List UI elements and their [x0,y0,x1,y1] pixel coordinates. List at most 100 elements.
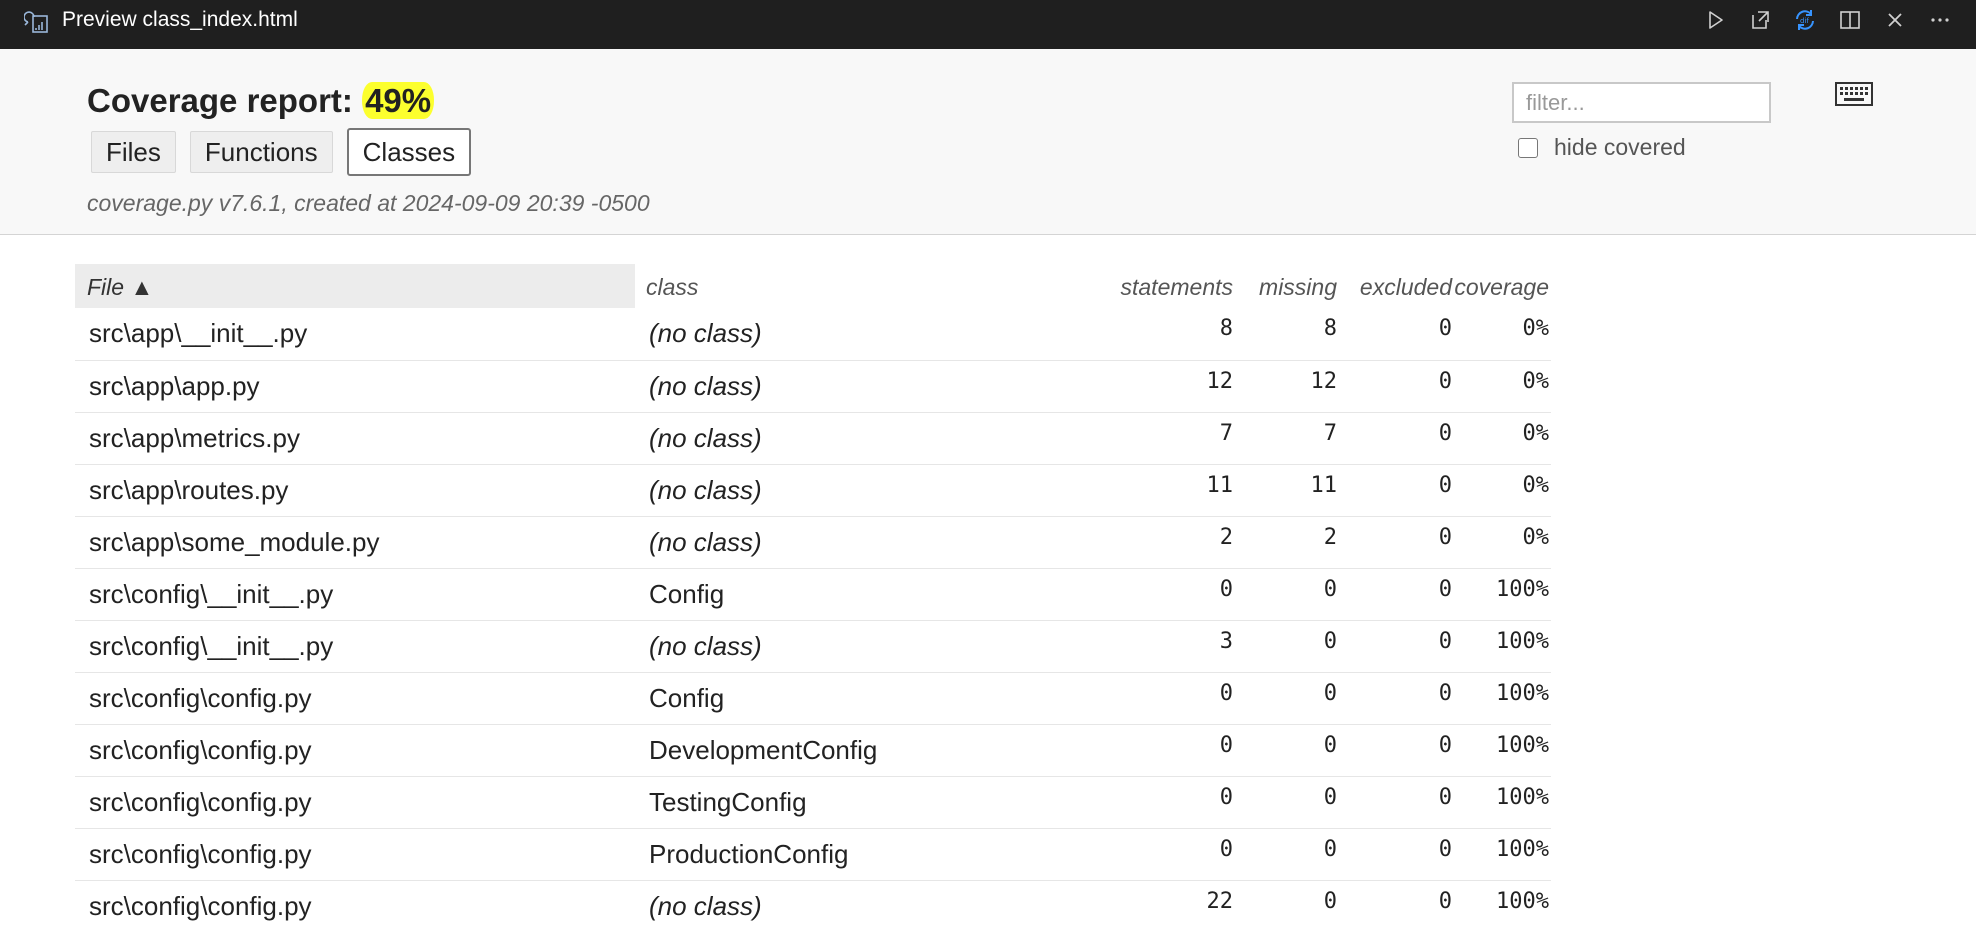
table-body: src\app\__init__.py (no class) 8 8 0 0% src\ap… [75,308,1551,932]
sort-excluded-header[interactable]: excluded [1360,264,1452,310]
class-link[interactable]: (no class) [649,527,762,558]
table-row: src\config\config.py ProductionConfig 0 0 0 1… [75,828,1551,880]
file-link[interactable]: src\config\config.py [89,891,312,922]
editor-actions: dif [1692,4,1962,36]
statements-cell: 8 [1219,316,1233,341]
missing-cell: 2 [1323,525,1337,550]
keyboard-icon[interactable] [1835,82,1873,106]
excluded-cell: 0 [1438,369,1452,394]
class-link[interactable]: (no class) [649,423,762,454]
file-link[interactable]: src\app\metrics.py [89,423,300,454]
sort-coverage-header[interactable]: coverage [1454,264,1549,310]
sort-missing-header[interactable]: missing [1259,264,1337,310]
sort-statements-header[interactable]: statements [1121,264,1234,310]
class-link[interactable]: (no class) [649,475,762,506]
class-link[interactable]: (no class) [649,318,762,349]
table-row: src\app\metrics.py (no class) 7 7 0 0% [75,412,1551,464]
split-editor-icon [1839,11,1860,29]
more-actions-button[interactable] [1917,4,1962,36]
class-link[interactable]: (no class) [649,371,762,402]
missing-cell: 0 [1323,837,1337,862]
file-link[interactable]: src\config\config.py [89,735,312,766]
tab-title[interactable]: Preview class_index.html [62,0,298,40]
sort-class-header[interactable]: class [646,264,698,310]
editor-title-bar: Preview class_index.html dif [0,0,1976,49]
run-button[interactable] [1692,4,1737,36]
coverage-cell: 0% [1522,473,1550,498]
class-link[interactable]: ProductionConfig [649,839,848,870]
class-link[interactable]: (no class) [649,891,762,922]
coverage-cell: 0% [1522,316,1550,341]
coverage-cell: 0% [1522,369,1550,394]
excluded-cell: 0 [1438,525,1452,550]
hide-covered-checkbox[interactable] [1518,137,1538,158]
title-prefix: Coverage report: [87,82,363,119]
sort-file-header[interactable]: File ▲ [75,264,635,308]
class-link[interactable]: TestingConfig [649,787,807,818]
coverage-cell: 0% [1522,525,1550,550]
table-row: src\config\config.py (no class) 22 0 0 100% [75,880,1551,932]
table-row: src\app\__init__.py (no class) 8 8 0 0% [75,308,1551,360]
missing-cell: 0 [1323,889,1337,914]
statements-cell: 11 [1206,473,1234,498]
file-link[interactable]: src\app\some_module.py [89,527,379,558]
table-row: src\app\routes.py (no class) 11 11 0 0% [75,464,1551,516]
missing-cell: 0 [1323,577,1337,602]
class-link[interactable]: (no class) [649,631,762,662]
table-row: src\app\app.py (no class) 12 12 0 0% [75,360,1551,412]
tab-files[interactable]: Files [91,131,176,173]
coverage-cell: 100% [1496,889,1549,914]
report-tabs: Files Functions Classes [91,128,485,176]
table-row: src\config\config.py DevelopmentConfig 0 0 0… [75,724,1551,776]
class-link[interactable]: DevelopmentConfig [649,735,877,766]
filter-input[interactable] [1512,82,1771,123]
coverage-cell: 100% [1496,681,1549,706]
file-link[interactable]: src\app\app.py [89,371,260,402]
tab-classes[interactable]: Classes [346,128,472,176]
excluded-cell: 0 [1438,889,1452,914]
class-link[interactable]: Config [649,579,724,610]
coverage-cell: 100% [1496,785,1549,810]
class-link[interactable]: Config [649,683,724,714]
tab-functions[interactable]: Functions [189,131,333,173]
statements-cell: 22 [1206,889,1234,914]
table-row: src\config\config.py TestingConfig 0 0 0 100% [75,776,1551,828]
split-editor-button[interactable] [1827,4,1872,36]
table-row: src\config\__init__.py Config 0 0 0 100% [75,568,1551,620]
missing-cell: 0 [1323,785,1337,810]
missing-cell: 0 [1323,629,1337,654]
missing-cell: 8 [1323,316,1337,341]
hide-covered-control[interactable]: hide covered [1518,134,1686,161]
open-external-button[interactable] [1737,4,1782,36]
file-link[interactable]: src\config\config.py [89,683,312,714]
more-icon [1930,18,1949,22]
file-link[interactable]: src\config\__init__.py [89,579,333,610]
excluded-cell: 0 [1438,785,1452,810]
coverage-cell: 100% [1496,577,1549,602]
excluded-cell: 0 [1438,473,1452,498]
statements-cell: 7 [1219,421,1233,446]
excluded-cell: 0 [1438,577,1452,602]
coverage-percent: 49% [362,82,435,119]
sync-scroll-button[interactable]: dif [1782,4,1827,36]
file-link[interactable]: src\app\routes.py [89,475,288,506]
file-link[interactable]: src\config\__init__.py [89,631,333,662]
statements-cell: 0 [1219,733,1233,758]
file-link[interactable]: src\app\__init__.py [89,318,307,349]
excluded-cell: 0 [1438,316,1452,341]
preview-icon [24,11,48,33]
missing-cell: 0 [1323,681,1337,706]
report-meta: coverage.py v7.6.1, created at 2024-09-0… [87,190,650,216]
file-link[interactable]: src\config\config.py [89,839,312,870]
table-row: src\app\some_module.py (no class) 2 2 0 0% [75,516,1551,568]
coverage-cell: 100% [1496,629,1549,654]
excluded-cell: 0 [1438,733,1452,758]
table-row: src\config\config.py Config 0 0 0 100% [75,672,1551,724]
excluded-cell: 0 [1438,837,1452,862]
close-button[interactable] [1872,4,1917,36]
statements-cell: 0 [1219,837,1233,862]
file-link[interactable]: src\config\config.py [89,787,312,818]
table-header: File ▲ class statements missing excluded… [75,264,1551,308]
open-external-icon [1751,11,1769,29]
coverage-cell: 100% [1496,733,1549,758]
